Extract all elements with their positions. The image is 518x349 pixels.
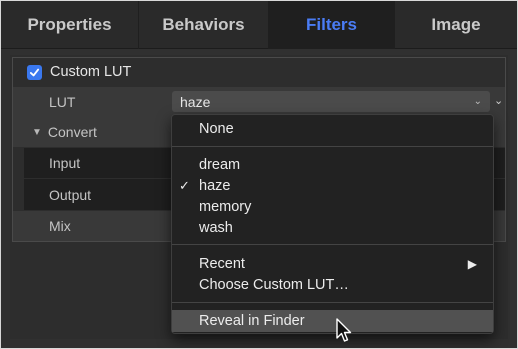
tab-properties[interactable]: Properties [1, 1, 139, 49]
lut-popup-button[interactable]: haze ⌄ [172, 91, 490, 112]
menu-separator [172, 146, 493, 147]
mix-label: Mix [49, 218, 71, 234]
menu-item-choose-custom-lut[interactable]: Choose Custom LUT… [172, 275, 493, 295]
menu-item-dream[interactable]: dream [172, 155, 493, 175]
checkmark-icon: ✓ [179, 178, 190, 193]
tab-image[interactable]: Image [395, 1, 517, 49]
triangle-right-icon: ▶ [467, 257, 477, 271]
menu-item-label: memory [199, 199, 252, 215]
filter-enable-checkbox[interactable] [27, 64, 42, 80]
menu-item-recent[interactable]: Recent ▶ [172, 254, 493, 274]
menu-item-label: Recent [199, 256, 245, 272]
convert-label: Convert [47, 124, 97, 140]
filter-name: Custom LUT [50, 64, 132, 80]
menu-item-reveal-in-finder[interactable]: Reveal in Finder [172, 310, 493, 332]
menu-item-memory[interactable]: memory [172, 197, 493, 217]
lut-dropdown-menu: None dream ✓ haze memory wash Recent ▶ C… [171, 114, 494, 334]
checkmark-icon [29, 68, 40, 76]
filter-header: Custom LUT [13, 58, 505, 86]
menu-item-label: Reveal in Finder [199, 313, 305, 329]
menu-item-none[interactable]: None [172, 119, 493, 139]
input-label: Input [49, 155, 81, 171]
menu-item-label: wash [199, 220, 233, 236]
menu-item-label: None [199, 121, 234, 137]
inspector-tab-bar: Properties Behaviors Filters Image [1, 1, 517, 49]
menu-separator [172, 302, 493, 303]
lut-label: LUT [49, 94, 76, 110]
pointer-cursor-icon [336, 318, 352, 342]
tab-filters[interactable]: Filters [269, 1, 395, 49]
menu-item-label: haze [199, 178, 231, 194]
menu-item-label: Choose Custom LUT… [199, 277, 349, 293]
chevron-down-icon[interactable]: ⌄ [494, 94, 503, 107]
menu-separator [172, 244, 493, 245]
tab-behaviors[interactable]: Behaviors [139, 1, 269, 49]
menu-item-haze[interactable]: ✓ haze [172, 176, 493, 196]
output-label: Output [49, 186, 92, 203]
menu-item-label: dream [199, 157, 241, 173]
menu-item-wash[interactable]: wash [172, 218, 493, 238]
triangle-down-icon[interactable]: ▼ [32, 127, 42, 138]
lut-popup-value: haze [180, 93, 211, 110]
chevron-down-icon: ⌄ [473, 96, 482, 107]
